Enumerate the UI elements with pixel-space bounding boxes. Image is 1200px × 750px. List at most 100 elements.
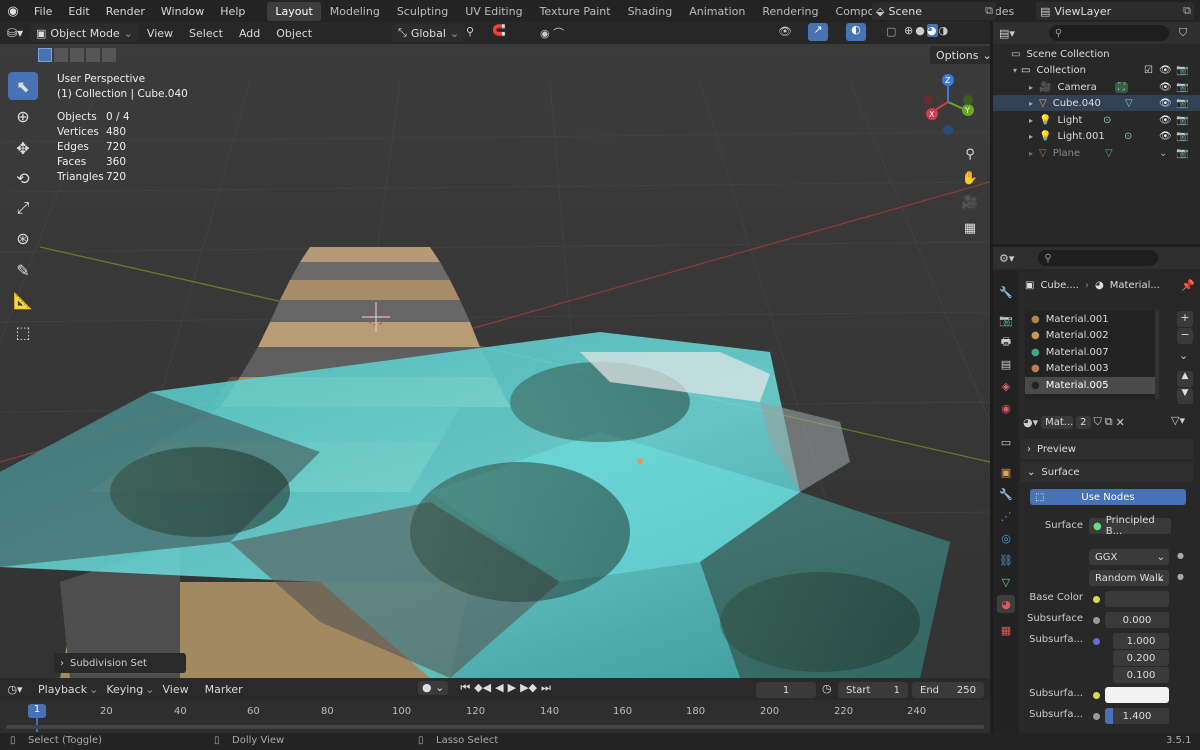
- neg-y-handle[interactable]: [963, 95, 973, 105]
- navigation-gizmo[interactable]: Z Y X: [918, 72, 980, 142]
- socket-dot-icon[interactable]: ●: [1177, 572, 1184, 581]
- base-color-swatch[interactable]: [1105, 591, 1169, 607]
- add-slot-button[interactable]: +: [1177, 311, 1193, 327]
- physics-tab-icon[interactable]: ◎: [997, 529, 1015, 547]
- tab-uv-editing[interactable]: UV Editing: [457, 2, 530, 21]
- eye-icon[interactable]: 👁: [1159, 115, 1172, 126]
- scene-collection-row[interactable]: ▭ Scene Collection: [993, 46, 1200, 62]
- subsurface-color-swatch[interactable]: [1105, 687, 1169, 703]
- world-tab-icon[interactable]: ◉: [997, 399, 1015, 417]
- select-new-icon[interactable]: [38, 48, 52, 62]
- jump-start-icon[interactable]: ⏮: [460, 681, 470, 695]
- subsurface-method-dropdown[interactable]: Random Walk ⌄: [1089, 570, 1169, 586]
- filter-icon[interactable]: ⛉: [1179, 26, 1187, 40]
- eye-icon[interactable]: 👁: [1159, 65, 1172, 76]
- float-socket-icon[interactable]: [1093, 617, 1100, 624]
- timeline-editor-icon[interactable]: ◷▾: [0, 683, 30, 696]
- surface-shader-field[interactable]: ● Principled B...: [1089, 515, 1171, 537]
- 3d-viewport[interactable]: ⛁▾ ▣ Object Mode ⌄ View Select Add Object …: [0, 22, 990, 678]
- list-item[interactable]: ● Material.001: [1025, 311, 1159, 328]
- constraints-tab-icon[interactable]: ⛓: [997, 551, 1015, 569]
- options-button[interactable]: Options ⌄: [930, 46, 990, 64]
- material-browse-icon[interactable]: ◕▾: [1023, 416, 1038, 429]
- radius-x-field[interactable]: 1.000: [1113, 633, 1169, 649]
- collection-row[interactable]: ▾ ▭ Collection ☑ 👁 📷: [993, 62, 1200, 78]
- neg-x-handle[interactable]: [923, 95, 933, 105]
- select-intersect-icon[interactable]: [102, 48, 116, 62]
- xray-icon[interactable]: ▢: [886, 25, 896, 38]
- eye-icon[interactable]: 👁: [1159, 98, 1172, 109]
- camera-render-icon[interactable]: 📷: [1176, 82, 1188, 93]
- list-item[interactable]: ● Material.003: [1025, 361, 1159, 378]
- menu-playback[interactable]: Playback: [30, 683, 95, 696]
- subsurface-ior-field[interactable]: 1.400: [1105, 708, 1169, 724]
- user-count[interactable]: 2: [1076, 415, 1091, 429]
- playhead[interactable]: 1: [28, 704, 46, 718]
- tab-modeling[interactable]: Modeling: [322, 2, 388, 21]
- properties-editor-icon[interactable]: ⚙▾: [999, 252, 1014, 265]
- move-tool[interactable]: ✥: [8, 134, 38, 162]
- properties-search[interactable]: ⚲: [1038, 250, 1159, 266]
- play-reverse-icon[interactable]: ◀: [495, 681, 503, 695]
- list-item[interactable]: ● Material.007: [1025, 344, 1159, 361]
- editor-type-icon[interactable]: ⛁▾: [0, 26, 30, 40]
- render-tab-icon[interactable]: 📷: [997, 311, 1015, 329]
- menu-marker[interactable]: Marker: [197, 683, 251, 696]
- outliner-item-plane[interactable]: ▸ ▽ Plane ▽ ⌄ 📷: [993, 145, 1200, 161]
- select-extend-icon[interactable]: [54, 48, 68, 62]
- camera-render-icon[interactable]: 📷: [1176, 131, 1188, 142]
- copy-icon[interactable]: ⧉: [1183, 4, 1194, 18]
- preview-panel-header[interactable]: › Preview: [1021, 439, 1193, 459]
- select-invert-icon[interactable]: [86, 48, 100, 62]
- outliner-editor-icon[interactable]: ▤▾: [999, 27, 1015, 40]
- selection-mode-buttons[interactable]: [38, 48, 116, 62]
- blender-logo-icon[interactable]: ◉: [0, 4, 26, 19]
- menu-add[interactable]: Add: [231, 27, 268, 40]
- menu-select[interactable]: Select: [181, 27, 231, 40]
- material-name[interactable]: Mat...: [1041, 415, 1073, 429]
- camera-view-button[interactable]: 🎥: [958, 190, 982, 214]
- eye-icon[interactable]: 👁: [1159, 131, 1172, 142]
- outliner-search[interactable]: ⚲: [1048, 25, 1169, 41]
- material-datablock[interactable]: ◕▾ Mat... 2 ⛉ ⧉ ✕: [1023, 413, 1181, 431]
- pivot-icon[interactable]: ⚲: [466, 25, 474, 38]
- jump-end-icon[interactable]: ⏭: [541, 681, 551, 695]
- tab-rendering[interactable]: Rendering: [754, 2, 826, 21]
- outliner-item-camera[interactable]: ▸ 🎥 Camera ⛶ 👁 📷: [993, 79, 1200, 95]
- object-tab-icon[interactable]: ▣: [997, 463, 1015, 481]
- surface-panel-header[interactable]: ⌄ Surface: [1021, 462, 1193, 482]
- move-down-button[interactable]: ▼: [1177, 388, 1193, 404]
- gizmo-toggle-icon[interactable]: ↗: [808, 23, 828, 41]
- material-tab-icon[interactable]: ◕: [997, 595, 1015, 613]
- menu-object[interactable]: Object: [268, 27, 320, 40]
- scene-selector[interactable]: ⬙ Scene ⧉: [872, 2, 996, 20]
- output-tab-icon[interactable]: 🖶: [997, 333, 1015, 351]
- prev-key-icon[interactable]: ◆◀: [474, 681, 491, 695]
- scene-tab-icon[interactable]: ◈: [997, 377, 1015, 395]
- proportional-edit-icon[interactable]: ◉ ⌒: [540, 25, 564, 41]
- socket-dot-icon[interactable]: ●: [1177, 551, 1184, 560]
- camera-render-icon[interactable]: 📷: [1176, 98, 1188, 109]
- annotate-tool[interactable]: ✎: [8, 256, 38, 284]
- ortho-toggle-button[interactable]: ▦: [958, 216, 982, 240]
- vector-socket-icon[interactable]: [1093, 638, 1100, 645]
- menu-file[interactable]: File: [26, 5, 60, 18]
- list-item[interactable]: ● Material.005: [1025, 377, 1159, 394]
- menu-view[interactable]: View: [139, 27, 181, 40]
- tab-animation[interactable]: Animation: [681, 2, 753, 21]
- fake-user-icon[interactable]: ⛉: [1094, 415, 1102, 429]
- list-scrollbar[interactable]: [1155, 311, 1159, 399]
- camera-render-icon[interactable]: 📷: [1176, 65, 1188, 76]
- move-up-button[interactable]: ▲: [1177, 371, 1193, 387]
- remove-slot-button[interactable]: −: [1177, 328, 1193, 344]
- mode-selector[interactable]: ▣ Object Mode ⌄: [30, 24, 139, 42]
- color-socket-icon[interactable]: [1093, 596, 1100, 603]
- duplicate-icon[interactable]: ⧉: [1105, 415, 1113, 429]
- menu-keying[interactable]: Keying: [98, 683, 151, 696]
- menu-window[interactable]: Window: [153, 5, 212, 18]
- visibility-icon[interactable]: 👁: [778, 25, 792, 38]
- texture-tab-icon[interactable]: ▦: [997, 621, 1015, 639]
- cursor-tool[interactable]: ⊕: [8, 102, 38, 130]
- slot-menu-icon[interactable]: ⌄: [1179, 349, 1188, 362]
- pan-button[interactable]: ✋: [958, 166, 982, 190]
